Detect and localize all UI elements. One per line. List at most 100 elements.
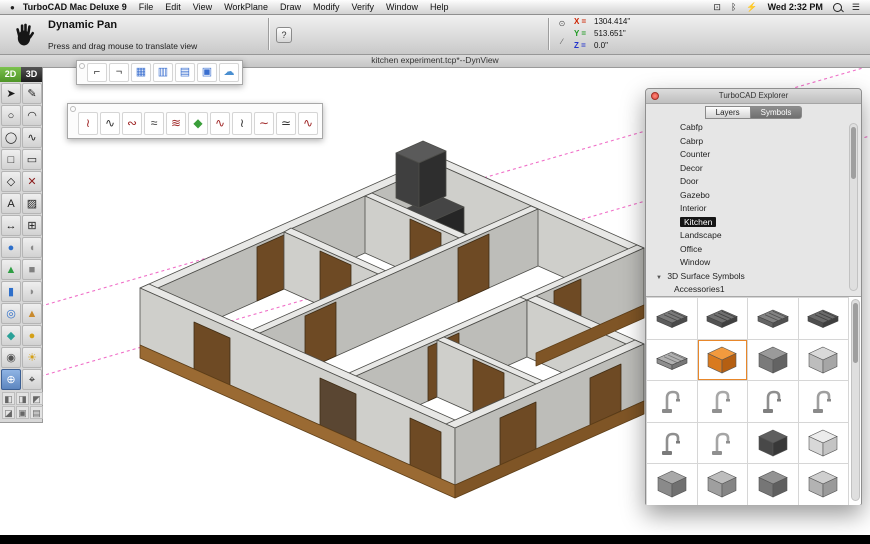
menu-item[interactable]: Modify bbox=[313, 2, 340, 12]
sphere-tool-icon[interactable]: ● bbox=[1, 237, 21, 258]
category-scrollbar[interactable] bbox=[849, 123, 858, 291]
view-cube-back-icon[interactable]: ▣ bbox=[16, 406, 29, 419]
coordinate-mode-icons[interactable]: ⊙ ∕ bbox=[556, 15, 568, 51]
view-cube-side-icon[interactable]: ◩ bbox=[30, 392, 43, 405]
camera-tool-icon[interactable]: ◉ bbox=[1, 347, 21, 368]
grid-tool-icon[interactable]: ⊞ bbox=[22, 215, 42, 236]
wall-opening-tool-icon[interactable]: ▣ bbox=[197, 63, 217, 82]
symbol-category[interactable]: Door bbox=[646, 175, 861, 189]
symbol-category[interactable]: Window bbox=[646, 256, 861, 270]
curve-wall-icon[interactable]: ∼ bbox=[254, 112, 274, 135]
hemisphere-tool-icon[interactable]: ◖ bbox=[22, 237, 42, 258]
arc-tool-icon[interactable]: ◠ bbox=[22, 105, 42, 126]
sliding-window-tool-icon[interactable]: ▤ bbox=[175, 63, 195, 82]
faucet-double-symbol[interactable] bbox=[798, 381, 848, 422]
ellipse-tool-icon[interactable]: ◯ bbox=[1, 127, 21, 148]
box-tool-icon[interactable]: ■ bbox=[22, 259, 42, 280]
tall-cabinet-symbol[interactable] bbox=[748, 422, 798, 463]
dome-tool-icon[interactable]: ◗ bbox=[22, 281, 42, 302]
symbol-subitem-accessories[interactable]: Accessories1 bbox=[646, 283, 861, 296]
small-appliance-symbol[interactable] bbox=[798, 422, 848, 463]
drainboard-sink-symbol[interactable] bbox=[647, 339, 697, 380]
thumbnail-scrollbar[interactable] bbox=[851, 299, 860, 501]
cloud-wall-icon[interactable]: ≋ bbox=[166, 112, 186, 135]
door-tool-icon[interactable]: ⌐ bbox=[87, 63, 107, 82]
toolbar-drag-handle[interactable] bbox=[79, 63, 85, 69]
menu-item[interactable]: WorkPlane bbox=[224, 2, 268, 12]
light-tool-icon[interactable]: ☀ bbox=[22, 347, 42, 368]
circle-tool-icon[interactable]: ○ bbox=[1, 105, 21, 126]
apple-menu-icon[interactable]: ● bbox=[10, 3, 15, 12]
symbol-category[interactable]: Gazebo bbox=[646, 189, 861, 203]
zoom-tool-icon[interactable]: ⌖ bbox=[22, 369, 42, 390]
pen-tool-icon[interactable]: ✎ bbox=[22, 83, 42, 104]
faucet-gooseneck-symbol[interactable] bbox=[647, 381, 697, 422]
window-grid-tool-icon[interactable]: ▦ bbox=[131, 63, 151, 82]
corner-cabinet-symbol[interactable] bbox=[697, 464, 747, 505]
arc-wall-icon[interactable]: ∾ bbox=[122, 112, 142, 135]
symbol-category[interactable]: Decor bbox=[646, 162, 861, 176]
single-sink-symbol[interactable] bbox=[748, 298, 798, 339]
spline-tool-icon[interactable]: ∿ bbox=[22, 127, 42, 148]
smooth-wall-icon[interactable]: ≃ bbox=[276, 112, 296, 135]
symbol-category[interactable]: Landscape bbox=[646, 229, 861, 243]
thumbnail-scrollbar-thumb[interactable] bbox=[853, 303, 858, 363]
close-button[interactable] bbox=[651, 92, 659, 100]
menu-item[interactable]: File bbox=[139, 2, 154, 12]
display-icon[interactable]: ⊡ bbox=[713, 2, 721, 13]
select-tool-icon[interactable]: ➤ bbox=[1, 83, 21, 104]
counter-unit-symbol[interactable] bbox=[647, 464, 697, 505]
loop-wall-icon[interactable]: ≀ bbox=[232, 112, 252, 135]
wall-curves-toolbar[interactable]: ≀ ∿ ∾ ≈ ≋ ◆ ∿ ≀ ∼ ≃ ∿ bbox=[67, 103, 323, 139]
symbol-category[interactable]: Interior bbox=[646, 202, 861, 216]
notification-center-icon[interactable]: ☰ bbox=[852, 2, 860, 13]
menu-item[interactable]: View bbox=[193, 2, 212, 12]
symbol-category[interactable]: Cabfp bbox=[646, 121, 861, 135]
hatch-tool-icon[interactable]: ▨ bbox=[22, 193, 42, 214]
text-tool-icon[interactable]: A bbox=[1, 193, 21, 214]
help-button[interactable]: ? bbox=[276, 27, 292, 43]
rounded-rectangle-tool-icon[interactable]: ▭ bbox=[22, 149, 42, 170]
menu-item[interactable]: Draw bbox=[280, 2, 301, 12]
double-sink-symbol[interactable] bbox=[697, 298, 747, 339]
sink-base-symbol[interactable] bbox=[798, 464, 848, 505]
revision-cloud-icon[interactable]: ∿ bbox=[298, 112, 318, 135]
island-cabinet-symbol[interactable] bbox=[748, 464, 798, 505]
wall-cabinet-symbol[interactable] bbox=[748, 339, 798, 380]
battery-icon[interactable]: ⚡ bbox=[746, 2, 757, 13]
dimension-tool-icon[interactable]: ↔ bbox=[1, 215, 21, 236]
extrude-tool-icon[interactable]: ● bbox=[22, 325, 42, 346]
cone-tool-icon[interactable]: ▲ bbox=[1, 259, 21, 280]
torus-tool-icon[interactable]: ◎ bbox=[1, 303, 21, 324]
menu-item[interactable]: Edit bbox=[165, 2, 181, 12]
prism-tool-icon[interactable]: ◆ bbox=[1, 325, 21, 346]
disclosure-triangle-icon[interactable]: ▼ bbox=[656, 275, 662, 281]
mode-2d-button[interactable]: 2D bbox=[0, 67, 21, 82]
spotlight-icon[interactable] bbox=[832, 2, 842, 12]
double-door-tool-icon[interactable]: ¬ bbox=[109, 63, 129, 82]
spline-wall-icon[interactable]: ≀ bbox=[78, 112, 98, 135]
pyramid-tool-icon[interactable]: ▲ bbox=[22, 303, 42, 324]
rectangle-tool-icon[interactable]: □ bbox=[1, 149, 21, 170]
menu-clock[interactable]: Wed 2:32 PM bbox=[768, 2, 823, 12]
faucet-single-symbol[interactable] bbox=[697, 381, 747, 422]
polygon-tool-icon[interactable]: ◇ bbox=[1, 171, 21, 192]
symbol-section-3d-surface[interactable]: ▼ 3D Surface Symbols bbox=[646, 270, 861, 283]
sink-grate-symbol[interactable] bbox=[647, 298, 697, 339]
explorer-title-bar[interactable]: TurboCAD Explorer bbox=[646, 89, 861, 104]
drain-grate-symbol[interactable] bbox=[798, 298, 848, 339]
cross-line-tool-icon[interactable]: ✕ bbox=[22, 171, 42, 192]
roof-tool-icon[interactable]: ☁ bbox=[219, 63, 239, 82]
doors-windows-toolbar[interactable]: ⌐ ¬ ▦ ▥ ▤ ▣ ☁ bbox=[76, 60, 243, 85]
view-cube-bottom-icon[interactable]: ▤ bbox=[30, 406, 43, 419]
tab-layers[interactable]: Layers bbox=[704, 106, 751, 119]
view-cube-iso-icon[interactable]: ◪ bbox=[2, 406, 15, 419]
wavy-wall-icon[interactable]: ∿ bbox=[100, 112, 120, 135]
mode-3d-button[interactable]: 3D bbox=[21, 67, 42, 82]
ortho-mode-icon[interactable]: ⊙ bbox=[556, 15, 568, 33]
symbol-category[interactable]: Office bbox=[646, 243, 861, 257]
bezier-wall-icon[interactable]: ≈ bbox=[144, 112, 164, 135]
toolbar-drag-handle[interactable] bbox=[70, 106, 76, 112]
angle-mode-icon[interactable]: ∕ bbox=[556, 33, 568, 51]
faucet-lever-symbol[interactable] bbox=[748, 381, 798, 422]
